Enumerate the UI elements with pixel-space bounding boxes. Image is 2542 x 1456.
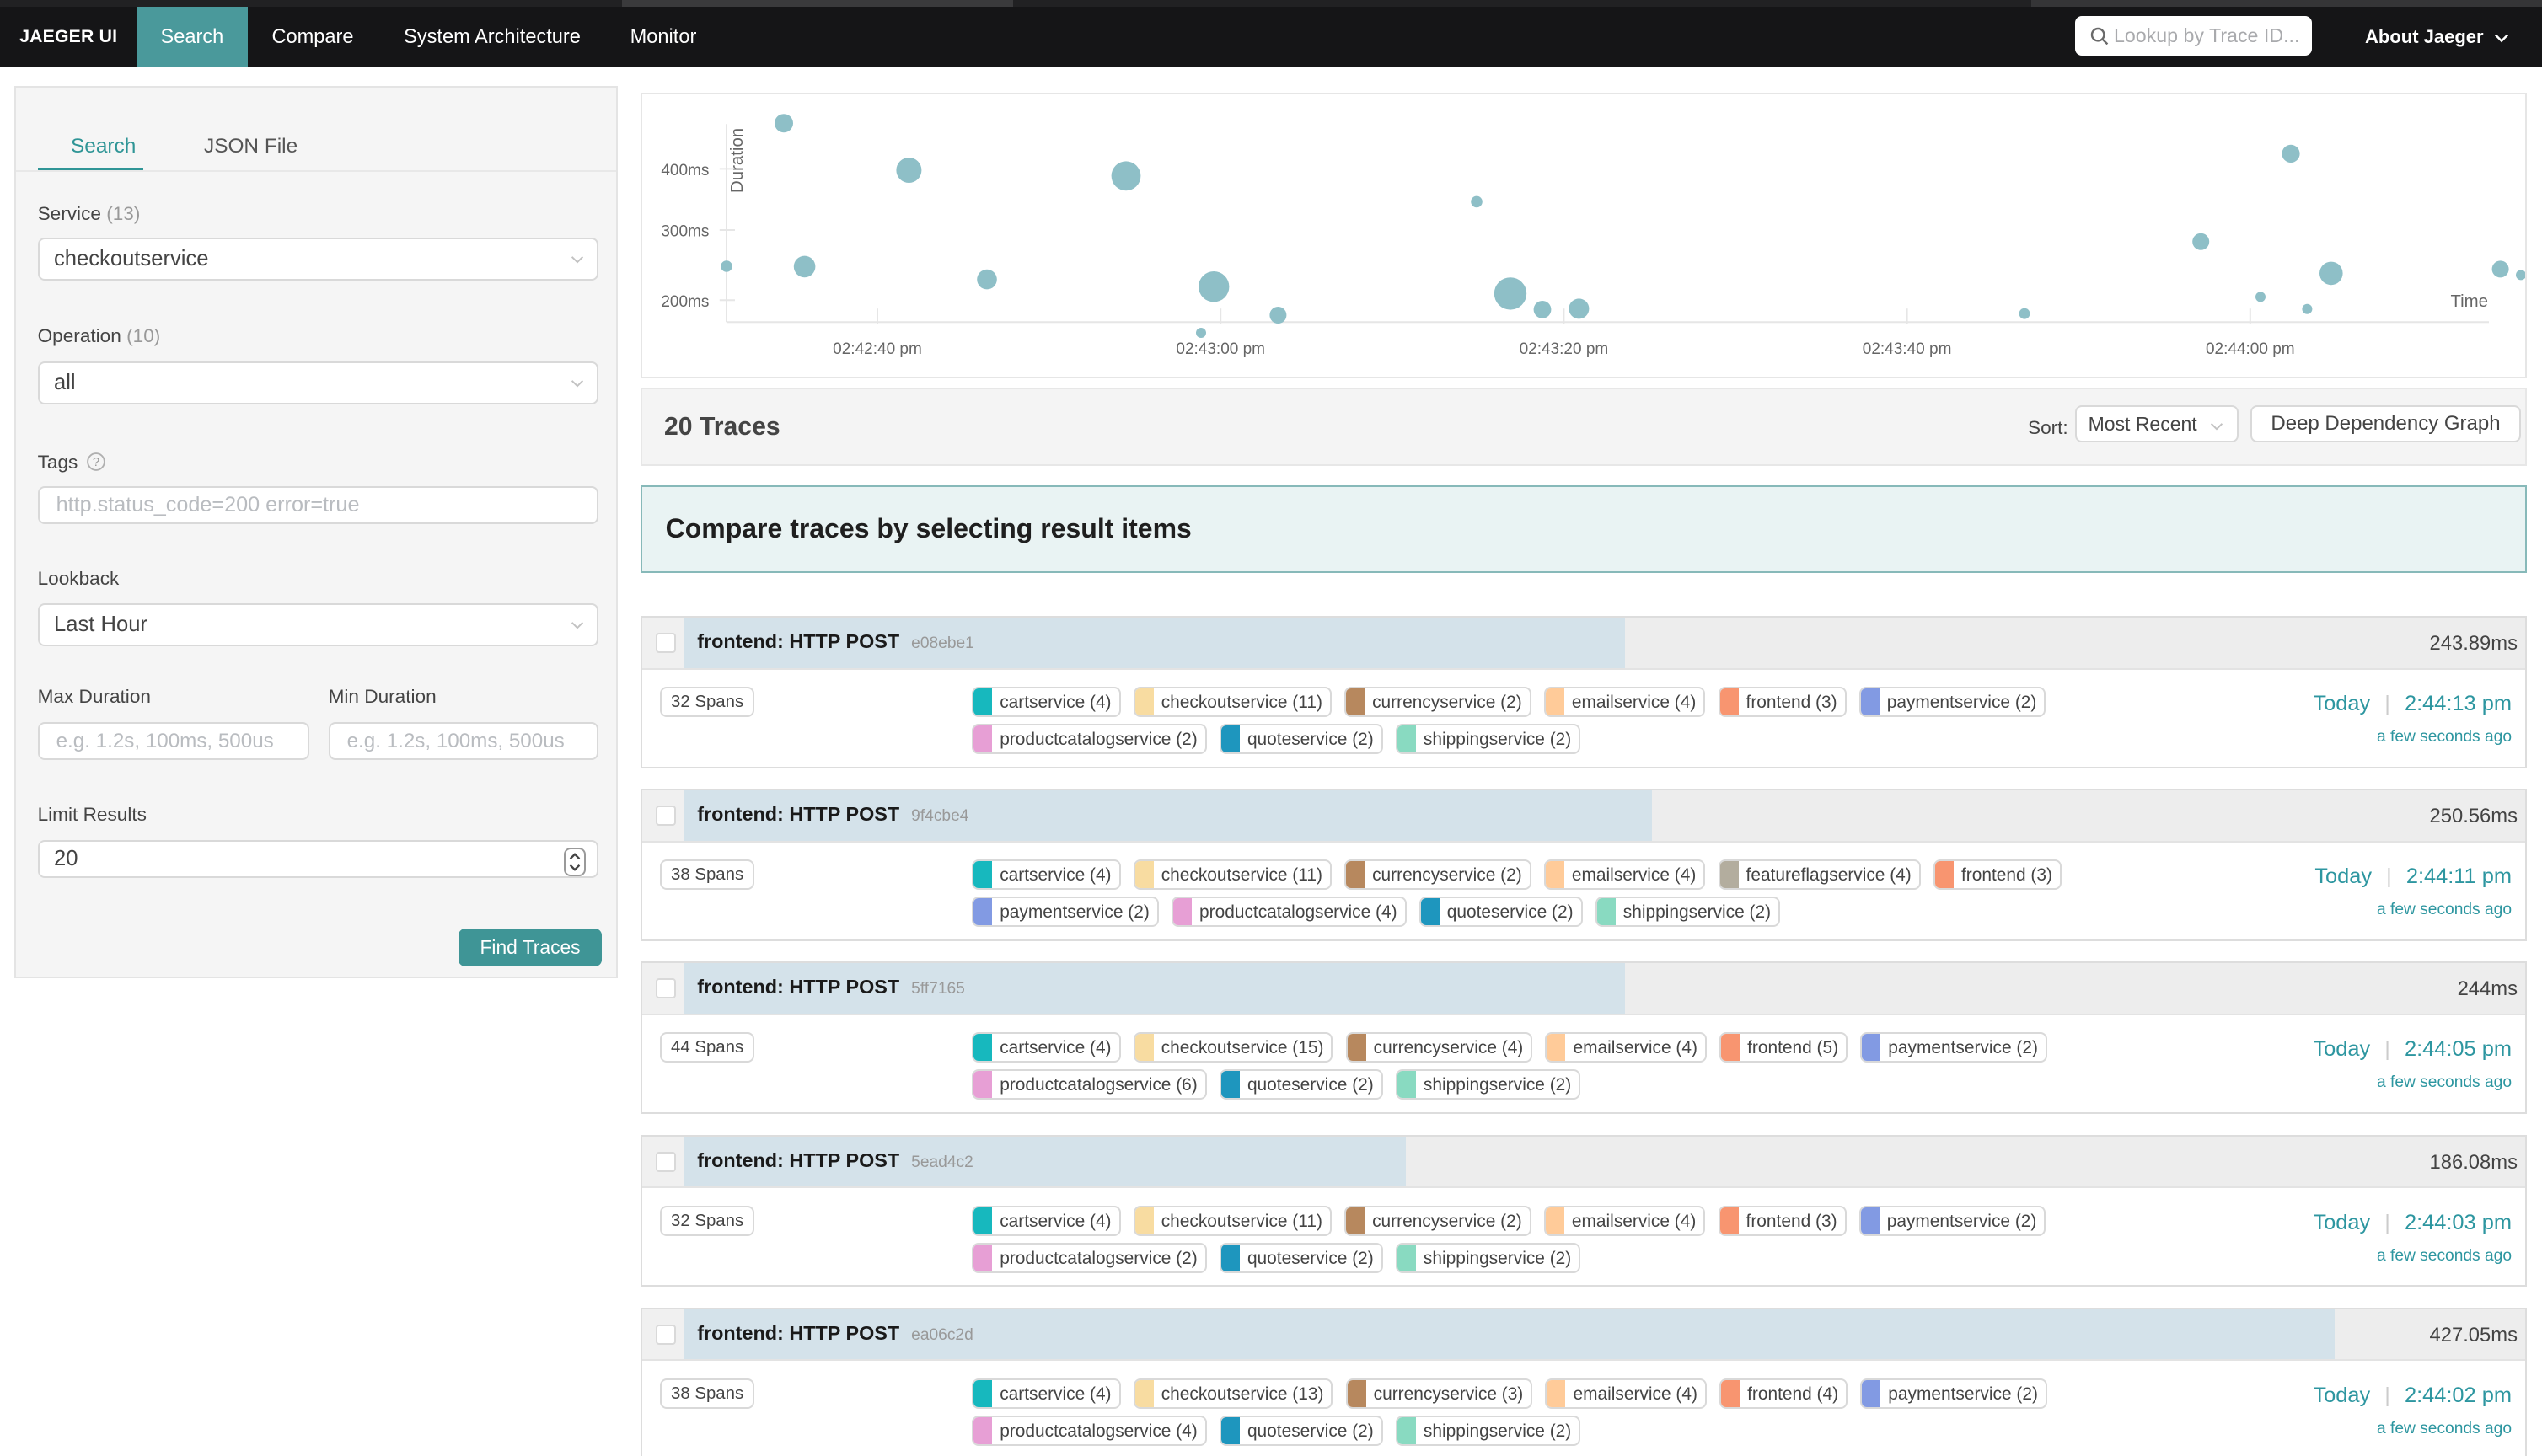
svg-text:Time: Time — [2450, 292, 2488, 311]
svg-text:300ms: 300ms — [661, 222, 709, 240]
svg-text:400ms: 400ms — [661, 162, 709, 179]
svg-text:02:42:40 pm: 02:42:40 pm — [833, 340, 922, 357]
svg-text:02:43:40 pm: 02:43:40 pm — [1863, 340, 1952, 357]
svg-text:?: ? — [92, 455, 99, 469]
svg-text:02:43:20 pm: 02:43:20 pm — [1520, 340, 1609, 357]
svg-text:200ms: 200ms — [661, 292, 709, 310]
svg-text:Duration: Duration — [728, 127, 747, 192]
svg-text:02:43:00 pm: 02:43:00 pm — [1176, 340, 1265, 357]
svg-text:02:44:00 pm: 02:44:00 pm — [2206, 340, 2295, 357]
